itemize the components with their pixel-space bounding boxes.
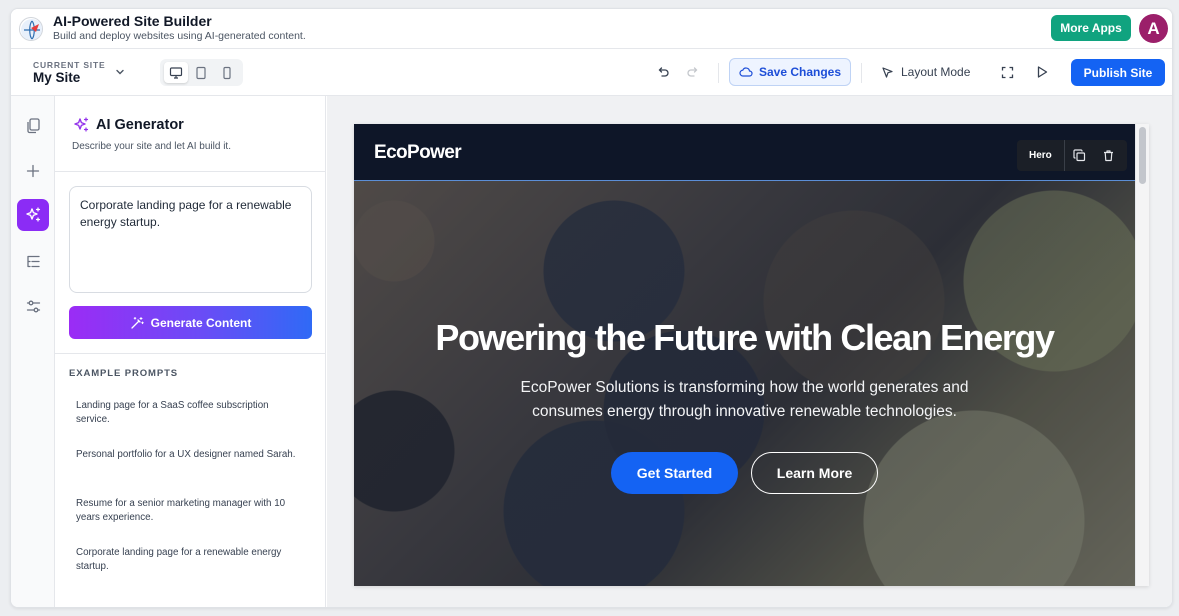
ai-sparkle-icon [26,207,41,222]
prompt-input[interactable]: Corporate landing page for a renewable e… [69,186,312,293]
hero-title[interactable]: Powering the Future with Clean Energy [354,317,1135,359]
app-title: AI-Powered Site Builder [53,13,212,29]
title-bar: AI-Powered Site Builder Build and deploy… [11,9,1172,49]
magic-wand-icon [131,316,144,329]
scrollbar-thumb[interactable] [1139,127,1146,184]
example-prompts-heading: EXAMPLE PROMPTS [69,368,179,379]
add-icon [26,164,40,178]
hero-section[interactable]: Powering the Future with Clean Energy Ec… [354,180,1135,586]
ai-generator-panel: AI Generator Describe your site and let … [55,96,326,607]
editor-toolbar: CURRENT SITE My Site Save Changes Layout… [11,49,1172,96]
more-apps-button[interactable]: More Apps [1051,15,1131,41]
panel-subtitle: Describe your site and let AI build it. [72,141,231,152]
undo-icon[interactable] [654,63,672,81]
mobile-icon [223,66,231,79]
panel-header: AI Generator Describe your site and let … [55,96,325,172]
save-changes-button[interactable]: Save Changes [729,58,851,86]
mobile-view-button[interactable] [215,62,239,83]
example-prompt-item[interactable]: Corporate landing page for a renewable e… [76,546,301,573]
toolbar-divider [861,63,862,83]
app-window: AI-Powered Site Builder Build and deploy… [10,8,1173,608]
cursor-icon [882,66,893,78]
rail-add-button[interactable] [17,155,49,187]
generate-content-label: Generate Content [150,315,252,330]
site-brand[interactable]: EcoPower [374,142,462,164]
left-rail [11,96,55,607]
app-subtitle: Build and deploy websites using AI-gener… [53,30,306,42]
tablet-view-button[interactable] [189,62,213,83]
toolbar-divider [718,63,719,83]
rail-pages-button[interactable] [17,109,49,141]
desktop-icon [169,66,182,79]
desktop-view-button[interactable] [163,62,188,83]
preview-scrollbar[interactable] [1135,124,1149,586]
save-changes-label: Save Changes [758,65,842,79]
panel-divider [55,353,325,354]
current-site-name[interactable]: My Site [33,70,80,85]
example-prompt-item[interactable]: Resume for a senior marketing manager wi… [76,497,301,524]
generate-content-button[interactable]: Generate Content [69,306,312,339]
hero-description[interactable]: EcoPower Solutions is transforming how t… [484,376,1005,424]
rail-ai-button[interactable] [17,199,49,231]
chevron-down-icon[interactable] [114,65,126,83]
layout-mode-button[interactable]: Layout Mode [881,58,970,86]
pages-icon [26,117,40,133]
play-preview-icon[interactable] [1033,63,1051,81]
selected-section-label: Hero [1017,140,1065,171]
rail-layers-button[interactable] [17,245,49,277]
cloud-icon [739,67,753,77]
current-site-label: CURRENT SITE [33,60,106,70]
learn-more-button[interactable]: Learn More [751,452,878,494]
layout-mode-label: Layout Mode [901,65,971,79]
ai-sparkle-icon [72,116,90,139]
get-started-button[interactable]: Get Started [611,452,738,494]
layers-icon [26,255,40,267]
site-preview[interactable]: EcoPower Hero Powering the Future with C… [354,124,1149,586]
device-switcher [160,59,243,86]
avatar[interactable]: A [1139,14,1168,43]
duplicate-icon[interactable] [1065,140,1094,171]
panel-title: AI Generator [96,117,184,133]
example-prompt-item[interactable]: Personal portfolio for a UX designer nam… [76,448,301,462]
trash-icon[interactable] [1094,140,1123,171]
redo-icon[interactable] [684,63,702,81]
app-logo-icon [19,17,43,41]
publish-site-button[interactable]: Publish Site [1071,59,1165,86]
example-prompt-item[interactable]: Landing page for a SaaS coffee subscript… [76,399,301,426]
settings-sliders-icon [26,300,40,312]
tablet-icon [196,66,207,79]
rail-settings-button[interactable] [17,290,49,322]
section-toolbar: Hero [1017,140,1127,171]
site-navbar[interactable]: EcoPower Hero [354,124,1135,180]
fullscreen-icon[interactable] [998,63,1016,81]
editor-canvas: EcoPower Hero Powering the Future with C… [327,96,1172,607]
